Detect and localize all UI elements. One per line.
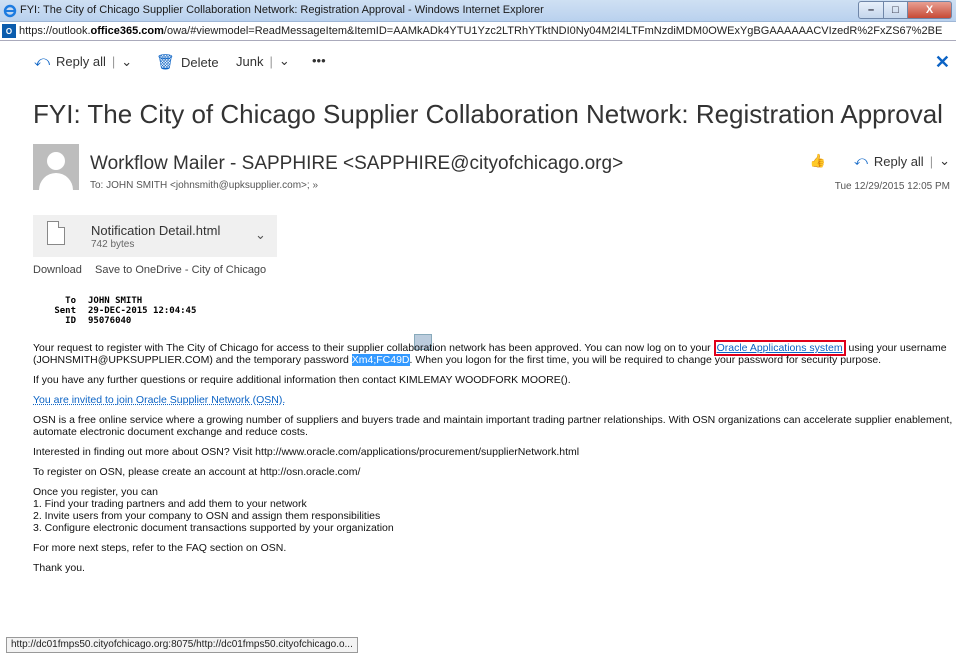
sent-key: Sent bbox=[54, 306, 76, 316]
window-title: FYI: The City of Chicago Supplier Collab… bbox=[20, 4, 544, 16]
osn-description: OSN is a free online service where a gro… bbox=[33, 414, 953, 438]
delete-label: Delete bbox=[181, 54, 219, 70]
osn-register-paragraph: To register on OSN, please create an acc… bbox=[33, 466, 361, 478]
file-icon bbox=[47, 221, 65, 245]
sender-name[interactable]: Workflow Mailer - SAPPHIRE <SAPPHIRE@cit… bbox=[90, 153, 623, 175]
message-date: Tue 12/29/2015 12:05 PM bbox=[834, 181, 950, 192]
steps-intro: Once you register, you can bbox=[33, 486, 158, 498]
message-toolbar: ⤺ Reply all | ⌄ 🗑 Delete Junk | ⌄ ••• ✕ bbox=[0, 47, 956, 77]
id-key: ID bbox=[65, 316, 76, 326]
url-domain: office365.com bbox=[90, 25, 164, 37]
maximize-button[interactable]: □ bbox=[884, 1, 908, 19]
recipient-line: To: JOHN SMITH <johnsmith@upksupplier.co… bbox=[90, 180, 318, 191]
separator: | bbox=[929, 153, 934, 169]
url-path: /owa/#viewmodel=ReadMessageItem&ItemID=A… bbox=[163, 25, 943, 37]
notification-header: To JOHN SMITH Sent 29-DEC-2015 12:04:45 ID… bbox=[50, 296, 196, 326]
to-key: To bbox=[65, 296, 76, 306]
chevron-down-icon[interactable]: ⌄ bbox=[939, 153, 950, 169]
minimize-button[interactable]: – bbox=[858, 1, 884, 19]
thanks-paragraph: Thank you. bbox=[33, 562, 85, 574]
contact-paragraph: If you have any further questions or req… bbox=[33, 374, 571, 386]
chevron-down-icon[interactable]: ⌄ bbox=[255, 227, 266, 243]
id-value: 95076040 bbox=[88, 316, 132, 326]
message-subject: FYI: The City of Chicago Supplier Collab… bbox=[33, 99, 943, 129]
approval-paragraph: Your request to register with The City o… bbox=[33, 340, 953, 366]
download-link[interactable]: Download bbox=[33, 264, 82, 276]
expand-recipients-icon[interactable]: » bbox=[312, 180, 318, 191]
reply-all-icon: ⤺ bbox=[34, 53, 51, 70]
osn-invite-link[interactable]: You are invited to join Oracle Supplier … bbox=[33, 394, 285, 406]
attachment-links: Download Save to OneDrive - City of Chic… bbox=[33, 264, 276, 276]
more-actions-button[interactable]: ••• bbox=[312, 53, 326, 68]
chevron-down-icon[interactable]: ⌄ bbox=[121, 54, 132, 70]
person-head-shape bbox=[47, 152, 65, 170]
attachment-size: 742 bytes bbox=[91, 239, 135, 250]
step-1: 1. Find your trading partners and add th… bbox=[33, 498, 307, 510]
like-icon[interactable]: 👍 bbox=[810, 153, 826, 169]
junk-button[interactable]: Junk | ⌄ bbox=[236, 53, 290, 69]
p1-text-a: Your request to register with The City o… bbox=[33, 342, 714, 354]
window-titlebar: FYI: The City of Chicago Supplier Collab… bbox=[0, 0, 956, 22]
message-actions: 👍 ⤺ Reply all | ⌄ bbox=[810, 153, 950, 169]
person-body-shape bbox=[39, 173, 73, 190]
attachment-card[interactable]: Notification Detail.html 742 bytes ⌄ bbox=[33, 215, 277, 257]
internet-explorer-icon bbox=[3, 4, 17, 18]
reply-all-button[interactable]: ⤺ Reply all | ⌄ bbox=[34, 53, 132, 70]
step-2: 2. Invite users from your company to OSN… bbox=[33, 510, 381, 522]
status-bar-url: http://dc01fmps50.cityofchicago.org:8075… bbox=[6, 637, 358, 653]
faq-paragraph: For more next steps, refer to the FAQ se… bbox=[33, 542, 287, 554]
p1-text-c: . When you logon for the first time, you… bbox=[409, 354, 882, 366]
attachment-name: Notification Detail.html bbox=[91, 223, 221, 238]
delete-button[interactable]: 🗑 Delete bbox=[156, 53, 219, 71]
reply-all-label: Reply all bbox=[56, 54, 106, 69]
url-prefix: https://outlook. bbox=[19, 25, 91, 37]
close-icon[interactable]: ✕ bbox=[935, 52, 950, 73]
recipient-text[interactable]: To: JOHN SMITH <johnsmith@upksupplier.co… bbox=[90, 180, 312, 191]
reply-all-message-button[interactable]: Reply all bbox=[874, 154, 924, 169]
trash-icon: 🗑 bbox=[156, 54, 176, 71]
outlook-icon: O bbox=[2, 24, 16, 38]
close-window-button[interactable]: X bbox=[908, 1, 952, 19]
step-3: 3. Configure electronic document transac… bbox=[33, 522, 394, 534]
window-controls: – □ X bbox=[858, 1, 952, 19]
url-text[interactable]: https://outlook.office365.com/owa/#viewm… bbox=[19, 25, 949, 37]
steps-list: Once you register, you can 1. Find your … bbox=[33, 486, 953, 534]
osn-info-paragraph: Interested in finding out more about OSN… bbox=[33, 446, 580, 458]
address-bar[interactable]: O https://outlook.office365.com/owa/#vie… bbox=[0, 22, 956, 41]
sent-value: 29-DEC-2015 12:04:45 bbox=[88, 306, 197, 316]
message-body: Your request to register with The City o… bbox=[33, 340, 953, 582]
reply-all-icon: ⤺ bbox=[853, 153, 868, 168]
chevron-down-icon[interactable]: ⌄ bbox=[279, 53, 290, 69]
separator: | bbox=[269, 53, 273, 69]
avatar bbox=[33, 144, 79, 190]
junk-label: Junk bbox=[236, 53, 264, 69]
save-to-onedrive-link[interactable]: Save to OneDrive - City of Chicago bbox=[95, 264, 266, 276]
to-value: JOHN SMITH bbox=[88, 296, 143, 306]
temporary-password: Xm4;FC49D bbox=[351, 354, 410, 366]
separator: | bbox=[111, 54, 116, 69]
